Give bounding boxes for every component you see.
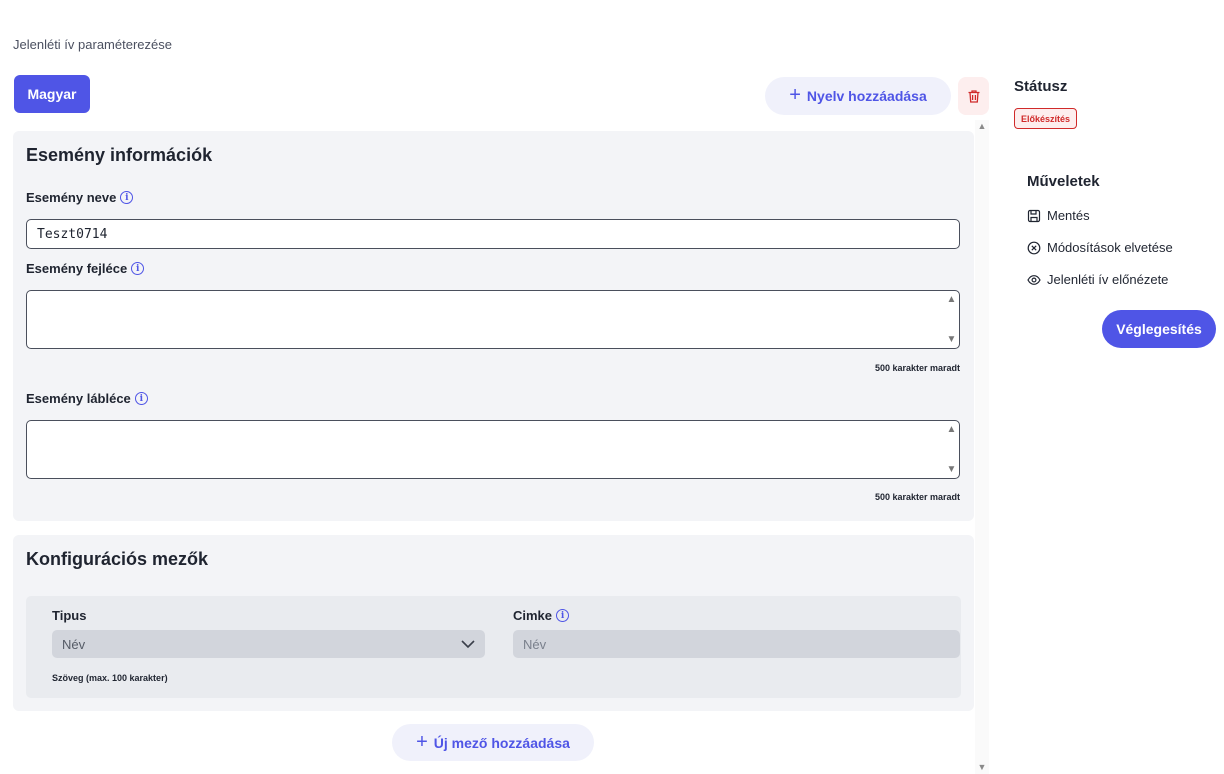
save-action-label: Mentés xyxy=(1047,208,1090,223)
event-footer-label-text: Esemény lábléce xyxy=(26,391,131,406)
info-icon[interactable]: i xyxy=(131,262,145,275)
finalize-button[interactable]: Véglegesítés xyxy=(1102,310,1216,348)
info-icon[interactable]: i xyxy=(134,392,148,405)
info-icon[interactable]: i xyxy=(120,191,134,204)
config-fields-card: Konfigurációs mezők Tipus Cimke i Név Né… xyxy=(13,535,974,711)
actions-title: Műveletek xyxy=(1027,173,1100,190)
main-scrollbar[interactable] xyxy=(975,120,989,774)
event-header-label: Esemény fejléce i xyxy=(26,261,145,276)
discard-changes-action[interactable]: Módosítások elvetése xyxy=(1027,240,1173,255)
cancel-circle-icon xyxy=(1027,241,1041,254)
type-hint: Szöveg (max. 100 karakter) xyxy=(52,673,168,683)
event-footer-textarea[interactable]: ▲ ▼ xyxy=(26,420,960,479)
event-name-label: Esemény neve i xyxy=(26,190,134,205)
event-footer-label: Esemény lábléce i xyxy=(26,391,148,406)
event-info-card: Esemény információk Esemény neve i Esemé… xyxy=(13,131,974,521)
event-info-title: Esemény információk xyxy=(26,145,213,165)
textarea-scrollbar[interactable]: ▲ ▼ xyxy=(945,422,958,477)
eye-icon xyxy=(1027,274,1041,285)
scroll-down-arrow[interactable]: ▼ xyxy=(976,762,988,772)
event-header-textarea[interactable]: ▲ ▼ xyxy=(26,290,960,349)
discard-changes-label: Módosítások elvetése xyxy=(1047,240,1173,255)
add-language-button[interactable]: + Nyelv hozzáadása xyxy=(765,77,951,115)
header-char-count: 500 karakter maradt xyxy=(874,363,960,373)
event-name-label-text: Esemény neve xyxy=(26,190,117,205)
footer-char-count: 500 karakter maradt xyxy=(874,492,960,502)
preview-action-label: Jelenléti ív előnézete xyxy=(1047,272,1169,287)
plus-icon: + xyxy=(789,84,801,106)
label-field-label: Cimke i xyxy=(513,608,570,623)
scroll-up-arrow[interactable]: ▲ xyxy=(976,121,988,131)
trash-icon xyxy=(968,89,979,103)
language-tab-magyar[interactable]: Magyar xyxy=(14,75,90,113)
textarea-scrollbar[interactable]: ▲ ▼ xyxy=(945,292,958,347)
save-action[interactable]: Mentés xyxy=(1027,208,1090,223)
add-language-label: Nyelv hozzáadása xyxy=(806,88,927,104)
type-select-value: Név xyxy=(62,636,86,652)
info-icon[interactable]: i xyxy=(556,609,570,622)
config-field-row: Tipus Cimke i Név Név Szöveg (max. 100 k… xyxy=(26,596,961,698)
delete-language-button[interactable] xyxy=(958,77,989,115)
type-select[interactable]: Név xyxy=(52,630,485,658)
event-name-input[interactable] xyxy=(26,219,960,249)
type-label: Tipus xyxy=(52,608,87,623)
add-new-field-label: Új mező hozzáadása xyxy=(433,734,570,751)
config-fields-title: Konfigurációs mezők xyxy=(26,549,209,569)
plus-icon: + xyxy=(416,730,428,753)
breadcrumb: Jelenléti ív paraméterezése xyxy=(13,37,172,52)
label-input[interactable]: Név xyxy=(513,630,960,658)
preview-action[interactable]: Jelenléti ív előnézete xyxy=(1027,272,1168,287)
save-icon xyxy=(1027,209,1041,222)
label-field-label-text: Cimke xyxy=(513,608,553,623)
add-new-field-button[interactable]: + Új mező hozzáadása xyxy=(392,724,594,761)
status-title: Státusz xyxy=(1014,78,1068,95)
event-header-label-text: Esemény fejléce xyxy=(26,261,128,276)
chevron-down-icon xyxy=(461,639,475,648)
status-badge: Előkészítés xyxy=(1014,108,1078,129)
